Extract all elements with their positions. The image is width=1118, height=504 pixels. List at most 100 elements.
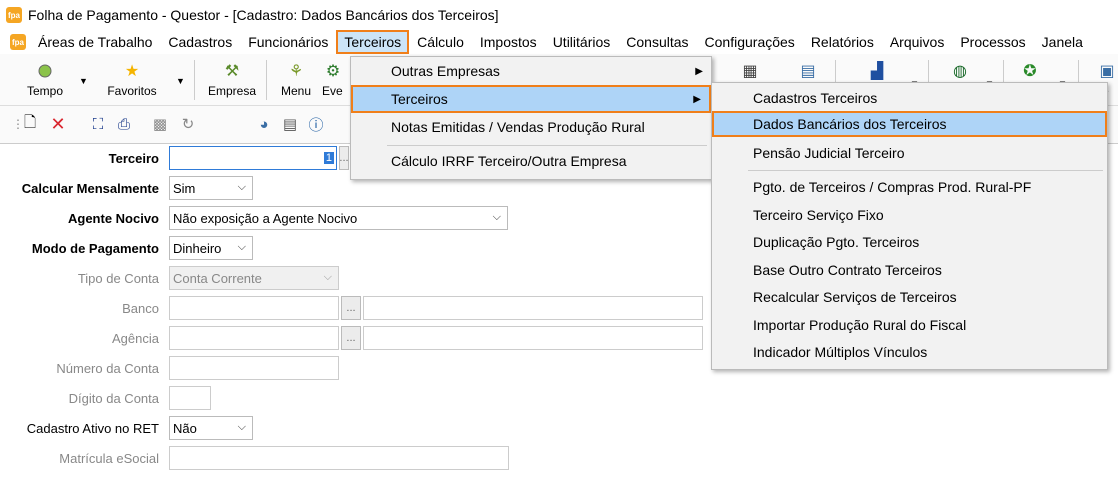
numero-conta-label: Número da Conta (56, 360, 159, 376)
digito-conta-row: Dígito da Conta (0, 386, 164, 410)
delete-icon[interactable]: ✕ (48, 114, 68, 134)
form-icon[interactable]: ▤ (280, 114, 300, 134)
terceiro-label: Terceiro (108, 150, 159, 166)
app-menu-icon[interactable]: fpa (10, 34, 26, 50)
calcular-mensalmente-select[interactable]: Sim ⌵ (169, 176, 253, 200)
agencia-input[interactable] (169, 326, 339, 350)
brazil-emblem-icon: ✪ (1023, 63, 1037, 80)
submenu-item-importar-producao[interactable]: Importar Produção Rural do Fiscal (712, 312, 1107, 338)
document-icon: ▣ (1099, 63, 1115, 80)
menu-utilitarios[interactable]: Utilitários (545, 30, 619, 54)
menu-item-outras-empresas[interactable]: Outras Empresas ▶ (351, 57, 711, 85)
modo-pagamento-label: Modo de Pagamento (31, 240, 159, 256)
print-icon[interactable]: ⎙ (114, 114, 134, 134)
menu-button[interactable]: ⚘ Menu (274, 58, 318, 104)
menu-funcionarios[interactable]: Funcionários (240, 30, 336, 54)
submenu-item-recalcular-servicos[interactable]: Recalcular Serviços de Terceiros (712, 284, 1107, 310)
submenu-item-pgto-terceiros[interactable]: Pgto. de Terceiros / Compras Prod. Rural… (712, 174, 1107, 200)
menu-bar: fpa Áreas de Trabalho Cadastros Funcioná… (0, 30, 1118, 54)
menu-relatorios[interactable]: Relatórios (803, 30, 882, 54)
agente-nocivo-label: Agente Nocivo (67, 210, 159, 226)
menu-consultas[interactable]: Consultas (618, 30, 696, 54)
agente-nocivo-row: Agente Nocivo (0, 206, 164, 230)
menu-item-terceiros[interactable]: Terceiros ▶ (351, 85, 711, 113)
app-logo-icon: fpa (6, 7, 22, 23)
menu-configuracoes[interactable]: Configurações (697, 30, 803, 54)
cadastro-ativo-ret-row: Cadastro Ativo no RET (0, 416, 164, 440)
banco-label: Banco (122, 300, 159, 316)
terceiro-caret: 1 (323, 152, 334, 164)
dropdown-icon[interactable]: _ (987, 72, 992, 82)
chevron-down-icon: ⌵ (323, 271, 332, 283)
submenu-item-cadastros-terceiros[interactable]: Cadastros Terceiros (712, 85, 1107, 111)
agencia-description-input (363, 326, 703, 350)
digito-conta-input[interactable] (169, 386, 211, 410)
calcular-mensalmente-label: Calcular Mensalmente (21, 180, 159, 196)
terceiro-lookup-button[interactable]: ... (339, 146, 349, 170)
menu-separator (748, 170, 1103, 171)
dropdown-icon[interactable]: _ (912, 72, 917, 82)
save-icon[interactable]: ▩ (150, 114, 170, 134)
cadastro-ativo-ret-select[interactable]: Não ⌵ (169, 416, 253, 440)
agencia-lookup-button[interactable]: ... (341, 326, 361, 350)
empresa-icon: ⚒ (224, 63, 240, 80)
empresa-button[interactable]: ⚒ Empresa (202, 58, 262, 104)
submenu-item-duplicacao-pgto[interactable]: Duplicação Pgto. Terceiros (712, 229, 1107, 255)
tipo-conta-label: Tipo de Conta (77, 270, 159, 286)
agente-nocivo-select[interactable]: Não exposição a Agente Nocivo ⌵ (169, 206, 508, 230)
submenu-item-multiplos-vinculos[interactable]: Indicador Múltiplos Vínculos (712, 339, 1107, 365)
modo-pagamento-row: Modo de Pagamento (0, 236, 164, 260)
help-icon[interactable]: ◕ (254, 114, 274, 134)
matricula-esocial-input[interactable] (169, 446, 509, 470)
new-record-icon[interactable]: 🗋 (20, 114, 40, 134)
chevron-down-icon: ⌵ (492, 211, 501, 223)
menu-item-notas-emitidas[interactable]: Notas Emitidas / Vendas Produção Rural (351, 113, 711, 141)
submenu-item-dados-bancarios[interactable]: Dados Bancários dos Terceiros (712, 111, 1107, 137)
menu-areas-de-trabalho[interactable]: Áreas de Trabalho (30, 30, 160, 54)
tempo-button[interactable]: Tempo (20, 58, 70, 104)
terceiro-input[interactable]: 1 (169, 146, 337, 170)
modo-pagamento-select[interactable]: Dinheiro ⌵ (169, 236, 253, 260)
calculator-icon: ▤ (800, 63, 816, 80)
eventos-button[interactable]: ⚙ Eve (322, 58, 350, 104)
terceiros-submenu: Cadastros Terceiros Dados Bancários dos … (711, 82, 1108, 370)
tempo-icon (34, 60, 56, 82)
matricula-esocial-row: Matrícula eSocial (0, 446, 164, 470)
submenu-item-pensao-judicial[interactable]: Pensão Judicial Terceiro (712, 140, 1107, 166)
menu-processos[interactable]: Processos (952, 30, 1033, 54)
dropdown-icon[interactable]: _ (1060, 72, 1065, 82)
menu-tree-icon: ⚘ (288, 63, 304, 80)
terceiros-menu: Outras Empresas ▶ Terceiros ▶ Notas Emit… (350, 56, 712, 180)
toolbar-divider (194, 60, 195, 100)
submenu-item-base-outro-contrato[interactable]: Base Outro Contrato Terceiros (712, 257, 1107, 283)
star-icon: ★ (124, 63, 140, 80)
banco-description-input (363, 296, 703, 320)
calcular-mensalmente-row: Calcular Mensalmente (0, 176, 164, 200)
menu-terceiros[interactable]: Terceiros (336, 30, 410, 54)
matricula-esocial-label: Matrícula eSocial (59, 450, 159, 466)
menu-impostos[interactable]: Impostos (472, 30, 545, 54)
menu-item-calculo-irrf[interactable]: Cálculo IRRF Terceiro/Outra Empresa (351, 147, 711, 175)
submenu-item-servico-fixo[interactable]: Terceiro Serviço Fixo (712, 202, 1107, 228)
banco-lookup-button[interactable]: ... (341, 296, 361, 320)
favoritos-dropdown-icon[interactable]: ▼ (176, 76, 185, 86)
favoritos-button[interactable]: ★ Favoritos (100, 58, 164, 104)
digito-conta-label: Dígito da Conta (68, 390, 159, 406)
menu-janela[interactable]: Janela (1034, 30, 1091, 54)
menu-arquivos[interactable]: Arquivos (882, 30, 952, 54)
agencia-label: Agência (112, 330, 159, 346)
menu-calculo[interactable]: Cálculo (409, 30, 472, 54)
toolbar-divider (266, 60, 267, 100)
tipo-conta-select[interactable]: Conta Corrente ⌵ (169, 266, 339, 290)
info-icon[interactable]: ⓘ (306, 114, 326, 134)
eventos-icon: ⚙ (325, 63, 341, 80)
cadastro-ativo-ret-label: Cadastro Ativo no RET (26, 420, 159, 436)
menu-cadastros[interactable]: Cadastros (160, 30, 240, 54)
numero-conta-input[interactable] (169, 356, 339, 380)
refresh-icon[interactable]: ↻ (178, 114, 198, 134)
binoculars-icon[interactable]: ⛶ (88, 114, 108, 134)
submenu-arrow-icon: ▶ (693, 93, 701, 105)
menu-separator (387, 145, 707, 146)
banco-input[interactable] (169, 296, 339, 320)
tempo-dropdown-icon[interactable]: ▼ (79, 76, 88, 86)
